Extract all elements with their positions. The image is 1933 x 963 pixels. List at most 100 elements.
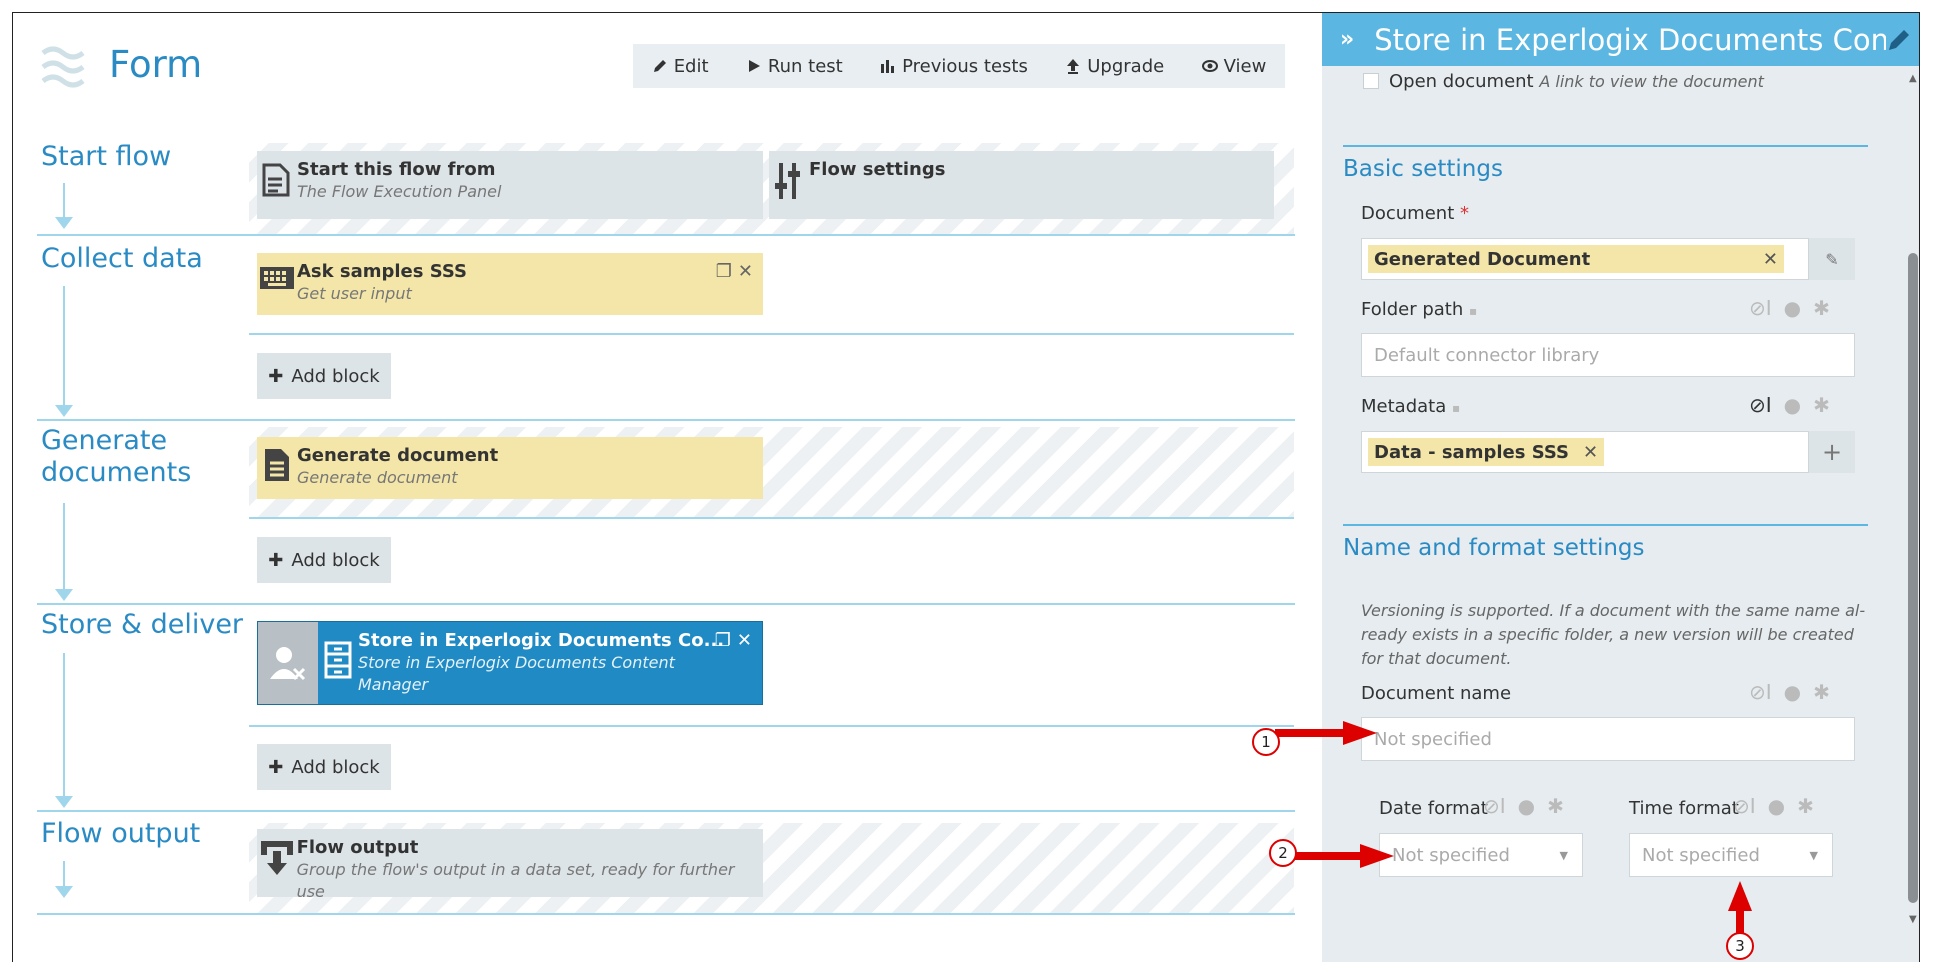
versioning-note-line: ready exists in a specific folder, a new… [1361, 625, 1854, 644]
eye-icon [1201, 60, 1218, 72]
block-subtitle: Group the flow's output in a data set, r… [296, 860, 735, 901]
flow-connector [63, 286, 65, 406]
block-title: Start this flow from [297, 159, 496, 180]
close-icon[interactable]: ✕ [737, 630, 752, 651]
generate-document-block[interactable]: Generate document Generate document [257, 437, 763, 499]
chevron-down-icon: ▼ [1559, 848, 1568, 862]
user-icon[interactable]: ● [1784, 393, 1801, 417]
plus-icon: ✚ [268, 365, 284, 387]
block-title: Store in Experlogix Documents Co... [358, 630, 725, 651]
document-label: Document [1361, 203, 1455, 224]
pencil-icon[interactable] [1886, 27, 1912, 53]
flow-settings-block[interactable]: Flow settings [769, 151, 1274, 219]
copy-icon[interactable]: ❐ [715, 630, 731, 651]
flow-arrow [55, 796, 73, 808]
block-subtitle: The Flow Execution Panel [297, 182, 502, 201]
keyboard-icon [260, 267, 294, 289]
edit-button[interactable]: Edit [652, 56, 709, 77]
previous-tests-label: Previous tests [902, 55, 1028, 77]
add-block-label: Add block [291, 756, 380, 778]
add-block-label: Add block [291, 549, 380, 571]
block-subtitle: Get user input [297, 284, 412, 303]
document-name-input[interactable]: Not specified [1361, 717, 1855, 761]
info-icon: ▪ [1469, 304, 1478, 318]
page-title: Form [109, 43, 203, 86]
panel-header: » Store in Experlogix Documents Conte... [1322, 13, 1919, 66]
add-block-button[interactable]: ✚ Add block [257, 353, 391, 399]
stage-title-line: documents [41, 457, 192, 488]
field-icons: ⊘I ● ✱ [1749, 393, 1830, 417]
time-format-select[interactable]: Not specified ▼ [1629, 833, 1833, 877]
stage-title-generate-documents: Generate documents [41, 425, 191, 489]
required-marker: * [1460, 203, 1469, 224]
add-metadata-button[interactable]: + [1809, 431, 1855, 473]
document-field[interactable]: Generated Document ✕ [1361, 238, 1809, 280]
remove-chip-icon[interactable]: ✕ [1763, 249, 1778, 270]
variable-icon[interactable]: ⊘I [1749, 680, 1772, 704]
section-divider [1343, 145, 1868, 147]
metadata-field[interactable]: Data - samples SSS ✕ [1361, 431, 1809, 473]
block-subtitle: Store in Experlogix Documents Content [358, 653, 675, 672]
scroll-up-icon[interactable]: ▲ [1909, 73, 1917, 84]
flow-start-icon [262, 163, 290, 197]
view-button[interactable]: View [1201, 56, 1266, 77]
store-experlogix-block[interactable]: Store in Experlogix Documents Co... Stor… [257, 621, 763, 705]
previous-tests-button[interactable]: Previous tests [880, 56, 1028, 77]
block-title: Ask samples SSS [297, 261, 468, 282]
scrollbar-thumb[interactable] [1908, 253, 1918, 903]
user-icon[interactable]: ● [1768, 794, 1785, 818]
upgrade-button[interactable]: Upgrade [1065, 56, 1164, 77]
open-document-hint: A link to view the document [1539, 72, 1764, 91]
asterisk-icon[interactable]: ✱ [1813, 393, 1830, 417]
field-icons: ⊘I ● ✱ [1733, 794, 1814, 818]
open-document-checkbox[interactable] [1363, 73, 1379, 89]
stage-divider [37, 419, 1295, 421]
edit-document-button[interactable]: ✎ [1809, 238, 1855, 280]
logo-waves-icon [41, 46, 85, 88]
scroll-down-icon[interactable]: ▼ [1909, 914, 1917, 925]
collapse-panel-icon[interactable]: » [1340, 27, 1354, 52]
versioning-note-line: for that document. [1361, 649, 1512, 668]
asterisk-icon[interactable]: ✱ [1813, 296, 1830, 320]
asterisk-icon[interactable]: ✱ [1547, 794, 1564, 818]
flow-output-block[interactable]: Flow output Group the flow's output in a… [257, 829, 763, 901]
block-subtitle: Generate document [297, 468, 458, 487]
add-block-button[interactable]: ✚ Add block [257, 537, 391, 583]
name-format-heading: Name and format settings [1343, 535, 1645, 561]
add-block-button[interactable]: ✚ Add block [257, 744, 391, 790]
separator [249, 725, 1294, 727]
block-title: Flow output [296, 837, 419, 858]
date-format-value: Not specified [1392, 844, 1510, 866]
edit-label: Edit [673, 55, 709, 77]
pencil-icon [653, 60, 666, 72]
ask-samples-block[interactable]: Ask samples SSS Get user input ❐ ✕ [257, 253, 763, 315]
separator [249, 333, 1294, 335]
folder-path-label-row: Folder path ▪ [1361, 299, 1477, 320]
asterisk-icon[interactable]: ✱ [1813, 680, 1830, 704]
document-name-label: Document name [1361, 683, 1512, 704]
variable-icon[interactable]: ⊘I [1749, 393, 1772, 417]
user-icon[interactable]: ● [1784, 296, 1801, 320]
metadata-label-row: Metadata ▪ [1361, 396, 1460, 417]
folder-path-input[interactable]: Default connector library [1361, 333, 1855, 377]
plus-icon: ✚ [268, 756, 284, 778]
variable-icon[interactable]: ⊘I [1483, 794, 1506, 818]
panel-title: Store in Experlogix Documents Conte... [1374, 22, 1886, 57]
add-block-label: Add block [291, 365, 380, 387]
copy-icon[interactable]: ❐ [716, 261, 732, 282]
stage-divider [37, 603, 1295, 605]
close-icon[interactable]: ✕ [738, 261, 753, 282]
remove-chip-icon[interactable]: ✕ [1583, 442, 1598, 463]
start-this-flow-block[interactable]: Start this flow from The Flow Execution … [257, 151, 763, 219]
variable-icon[interactable]: ⊘I [1749, 296, 1772, 320]
flow-connector [63, 503, 65, 591]
info-icon: ▪ [1451, 401, 1461, 415]
variable-icon[interactable]: ⊘I [1733, 794, 1756, 818]
pencil-icon: ✎ [1825, 249, 1839, 269]
run-test-button[interactable]: Run test [746, 56, 843, 77]
open-document-label: Open document [1389, 71, 1534, 92]
asterisk-icon[interactable]: ✱ [1797, 794, 1814, 818]
date-format-select[interactable]: Not specified ▼ [1379, 833, 1583, 877]
user-icon[interactable]: ● [1518, 794, 1535, 818]
user-icon[interactable]: ● [1784, 680, 1801, 704]
